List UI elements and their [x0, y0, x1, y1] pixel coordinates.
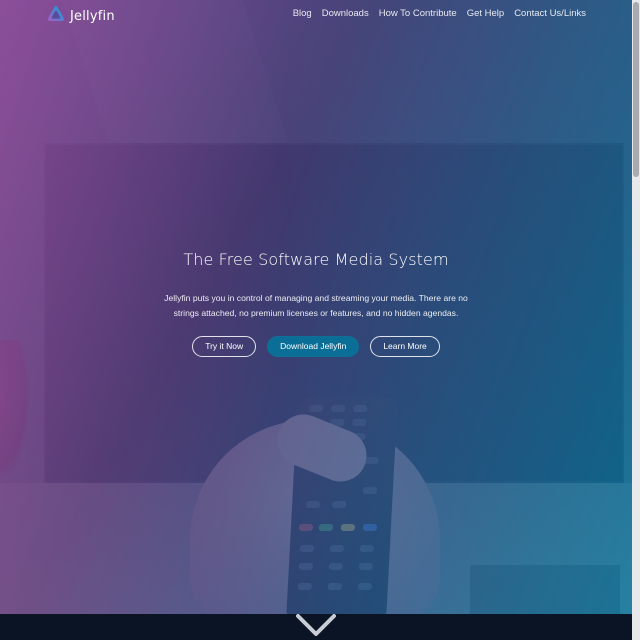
download-jellyfin-button[interactable]: Download Jellyfin — [267, 336, 360, 357]
nav-link-downloads[interactable]: Downloads — [322, 8, 369, 19]
page-scrollbar[interactable] — [632, 0, 640, 640]
chevron-down-icon[interactable] — [296, 612, 336, 638]
hero-buttons: Try it Now Download Jellyfin Learn More — [0, 336, 632, 357]
scrollbar-thumb[interactable] — [633, 2, 639, 177]
hero-description: Jellyfin puts you in control of managing… — [164, 293, 468, 318]
nav-links: Blog Downloads How To Contribute Get Hel… — [293, 8, 586, 19]
nav-link-get-help[interactable]: Get Help — [467, 8, 505, 19]
brand-link[interactable]: Jellyfin — [46, 5, 115, 27]
nav-link-contact[interactable]: Contact Us/Links — [514, 8, 586, 19]
jellyfin-logo-icon — [46, 4, 66, 28]
hero-title: The Free Software Media System — [183, 250, 449, 269]
nav-link-how-to-contribute[interactable]: How To Contribute — [379, 8, 457, 19]
nav-link-blog[interactable]: Blog — [293, 8, 312, 19]
page: Jellyfin Blog Downloads How To Contribut… — [0, 0, 640, 640]
navbar: Jellyfin Blog Downloads How To Contribut… — [0, 0, 632, 32]
learn-more-button[interactable]: Learn More — [370, 336, 440, 357]
brand-name: Jellyfin — [70, 8, 115, 24]
try-it-now-button[interactable]: Try it Now — [192, 336, 257, 357]
